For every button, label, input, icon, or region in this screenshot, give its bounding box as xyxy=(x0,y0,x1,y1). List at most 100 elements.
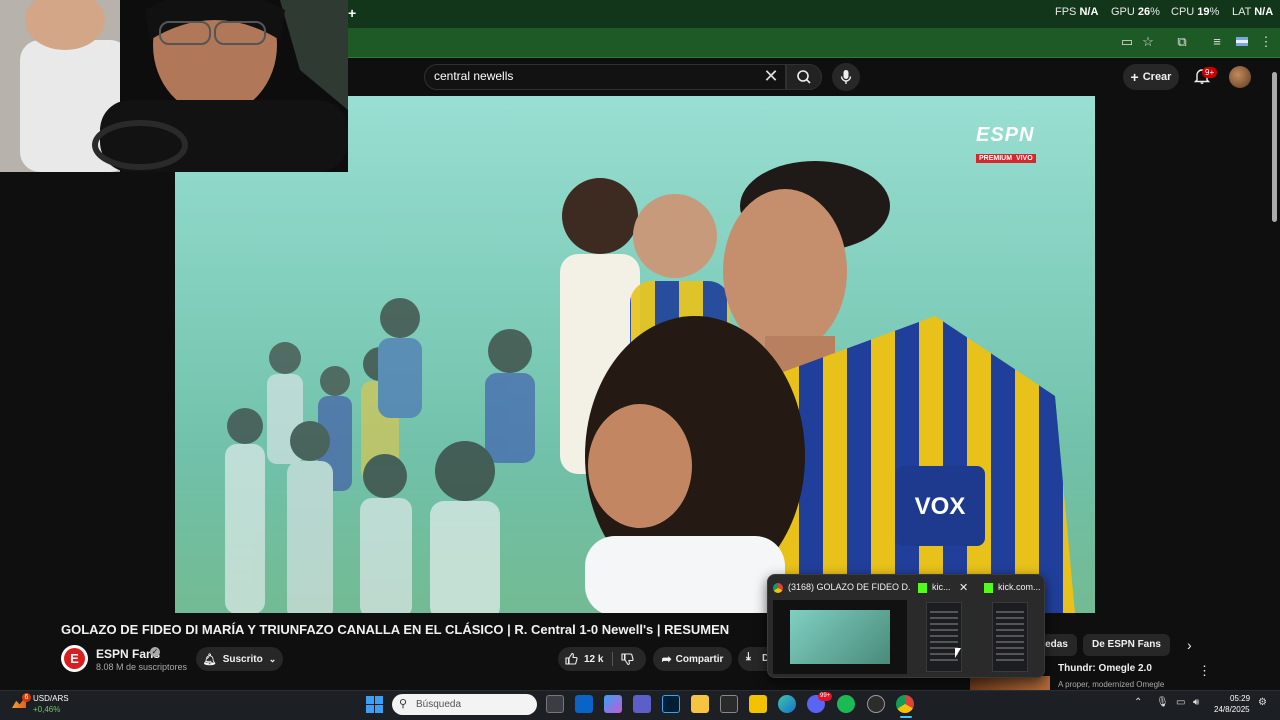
recommendation-menu-icon[interactable]: ⋮ xyxy=(1198,663,1211,679)
like-button[interactable]: 12 k xyxy=(564,647,603,671)
lat-label: LAT xyxy=(1232,6,1252,18)
voice-search-button[interactable] xyxy=(832,63,860,91)
like-divider xyxy=(612,652,613,666)
notes-icon[interactable] xyxy=(749,695,767,713)
cpu-readout: CPU 19% xyxy=(1171,6,1219,18)
fps-readout: FPS N/A xyxy=(1055,6,1098,18)
fps-value: N/A xyxy=(1079,6,1099,18)
subscriber-count: 8.08 M de suscriptores xyxy=(96,662,188,672)
account-avatar[interactable] xyxy=(1229,66,1251,88)
bell-icon: 🔔︎ xyxy=(202,653,217,666)
preview-chat-lines xyxy=(996,611,1024,665)
recommendation-thumbnail[interactable] xyxy=(970,676,1050,690)
channel-avatar[interactable]: E xyxy=(61,645,88,672)
chrome-favicon-icon xyxy=(773,583,783,593)
download-icon: ⤓ xyxy=(746,651,751,663)
profile-flag-icon[interactable] xyxy=(1234,34,1250,50)
preview-close-icon[interactable]: ✕ xyxy=(959,581,968,594)
like-count: 12 k xyxy=(584,653,604,665)
chrome-taskbar-icon[interactable] xyxy=(896,695,914,713)
scrollbar-thumb[interactable] xyxy=(1272,72,1277,222)
espn-premium-tag: PREMIUM VIVO xyxy=(976,154,1036,163)
spotify-icon[interactable] xyxy=(837,695,855,713)
espn-brand-text: ESPN xyxy=(976,124,1035,146)
gpu-readout: GPU 26% xyxy=(1111,6,1160,18)
verified-check-icon: ✓ xyxy=(150,647,160,657)
notification-center-icon[interactable]: ⚙ xyxy=(1258,697,1267,708)
tray-network-icon[interactable]: ▭ xyxy=(1176,697,1185,708)
premiere-icon[interactable] xyxy=(662,695,680,713)
preview-title-kick-1[interactable]: kic... xyxy=(932,582,956,592)
cpu-value: 19 xyxy=(1197,6,1210,18)
like-dislike-group: 12 k xyxy=(558,647,646,671)
preview-thumb-youtube[interactable] xyxy=(773,600,907,674)
fps-label: FPS xyxy=(1055,6,1077,18)
tray-overflow-chevron-icon[interactable]: ⌃ xyxy=(1134,697,1142,708)
notifications-badge: 9+ xyxy=(1202,67,1218,78)
clock-time[interactable]: 05:29 xyxy=(1230,694,1250,703)
bookmark-star-icon[interactable]: ☆ xyxy=(1140,34,1156,50)
clear-search-icon[interactable]: ✕ xyxy=(762,66,780,86)
lat-readout: LAT N/A xyxy=(1232,6,1273,18)
gpu-label: GPU xyxy=(1111,6,1135,18)
lat-value: N/A xyxy=(1254,6,1274,18)
gpu-percent: % xyxy=(1150,6,1160,18)
browser-menu-icon[interactable]: ⋮ xyxy=(1258,34,1274,50)
share-arrow-icon: ➦ xyxy=(661,652,672,666)
clock-date[interactable]: 24/8/2025 xyxy=(1214,705,1250,714)
microphone-icon xyxy=(840,70,852,84)
recommendation-title[interactable]: Thundr: Omegle 2.0 xyxy=(1058,663,1152,674)
kick-favicon-icon xyxy=(984,583,993,593)
chevron-down-icon: ⌄ xyxy=(268,653,277,664)
teams-icon[interactable] xyxy=(633,695,651,713)
tray-volume-icon[interactable]: 🔊︎ xyxy=(1193,697,1199,708)
create-button[interactable]: + Crear xyxy=(1123,64,1179,90)
edge-icon[interactable] xyxy=(778,695,796,713)
obs-icon[interactable] xyxy=(867,695,885,713)
preview-title-youtube[interactable]: (3168) GOLAZO DE FIDEO D... xyxy=(788,582,910,592)
store-icon[interactable] xyxy=(720,695,738,713)
taskbar-search-icon: ⚲ xyxy=(399,698,408,710)
video-frame-image: VOX xyxy=(175,96,1095,613)
taskbar-search-input[interactable]: Búsqueda xyxy=(392,694,537,715)
extensions-icon[interactable]: ⧉ xyxy=(1174,34,1190,50)
preview-title-kick-2[interactable]: kick.com... xyxy=(998,582,1042,592)
discord-badge: 99+ xyxy=(818,692,833,701)
windows-start-icon[interactable] xyxy=(366,696,383,713)
new-tab-button[interactable]: + xyxy=(348,5,356,21)
webcam-image xyxy=(0,0,348,172)
preview-thumb-kick-2[interactable] xyxy=(992,602,1028,672)
chrome-active-indicator xyxy=(900,716,912,718)
preview-thumb-video xyxy=(790,610,890,664)
filter-chip-from-channel[interactable]: De ESPN Fans xyxy=(1083,634,1170,656)
task-view-icon[interactable] xyxy=(546,695,564,713)
preview-thumb-kick-1[interactable] xyxy=(926,602,962,672)
chips-next-chevron-icon[interactable]: › xyxy=(1187,637,1192,653)
share-button[interactable]: ➦ Compartir xyxy=(653,647,732,671)
reading-list-icon[interactable]: ≡ xyxy=(1209,34,1225,50)
stock-widget[interactable]: 6 USD/ARS +0,46% xyxy=(12,693,82,717)
file-explorer-icon[interactable] xyxy=(691,695,709,713)
jersey-sponsor-text: VOX xyxy=(915,493,966,520)
stock-change: +0,46% xyxy=(33,705,61,714)
create-label: Crear xyxy=(1142,71,1172,83)
channel-initial: E xyxy=(64,648,85,669)
preview-chat-lines xyxy=(930,611,958,665)
webcam-overlay xyxy=(0,0,348,172)
gpu-value: 26 xyxy=(1137,6,1151,18)
plus-icon: + xyxy=(1130,69,1139,85)
outlook-icon[interactable] xyxy=(575,695,593,713)
dislike-button[interactable] xyxy=(620,652,634,669)
stock-name: USD/ARS xyxy=(33,694,69,703)
cast-icon[interactable]: ▭ xyxy=(1119,34,1135,50)
copilot-icon[interactable] xyxy=(604,695,622,713)
share-label: Compartir xyxy=(675,653,724,665)
kick-favicon-icon xyxy=(918,583,927,593)
espn-logo: ESPN PREMIUM VIVO xyxy=(976,124,1048,164)
subscribed-button[interactable]: 🔔︎ Suscrito ⌄ xyxy=(196,647,283,671)
tray-microphone-icon[interactable]: 🎙︎ xyxy=(1156,697,1169,708)
subscribed-label: Suscrito xyxy=(222,653,263,665)
video-player[interactable]: VOX ESPN PREMIUM VIVO xyxy=(175,96,1095,613)
mouse-cursor xyxy=(955,648,961,658)
search-button[interactable] xyxy=(786,64,822,90)
